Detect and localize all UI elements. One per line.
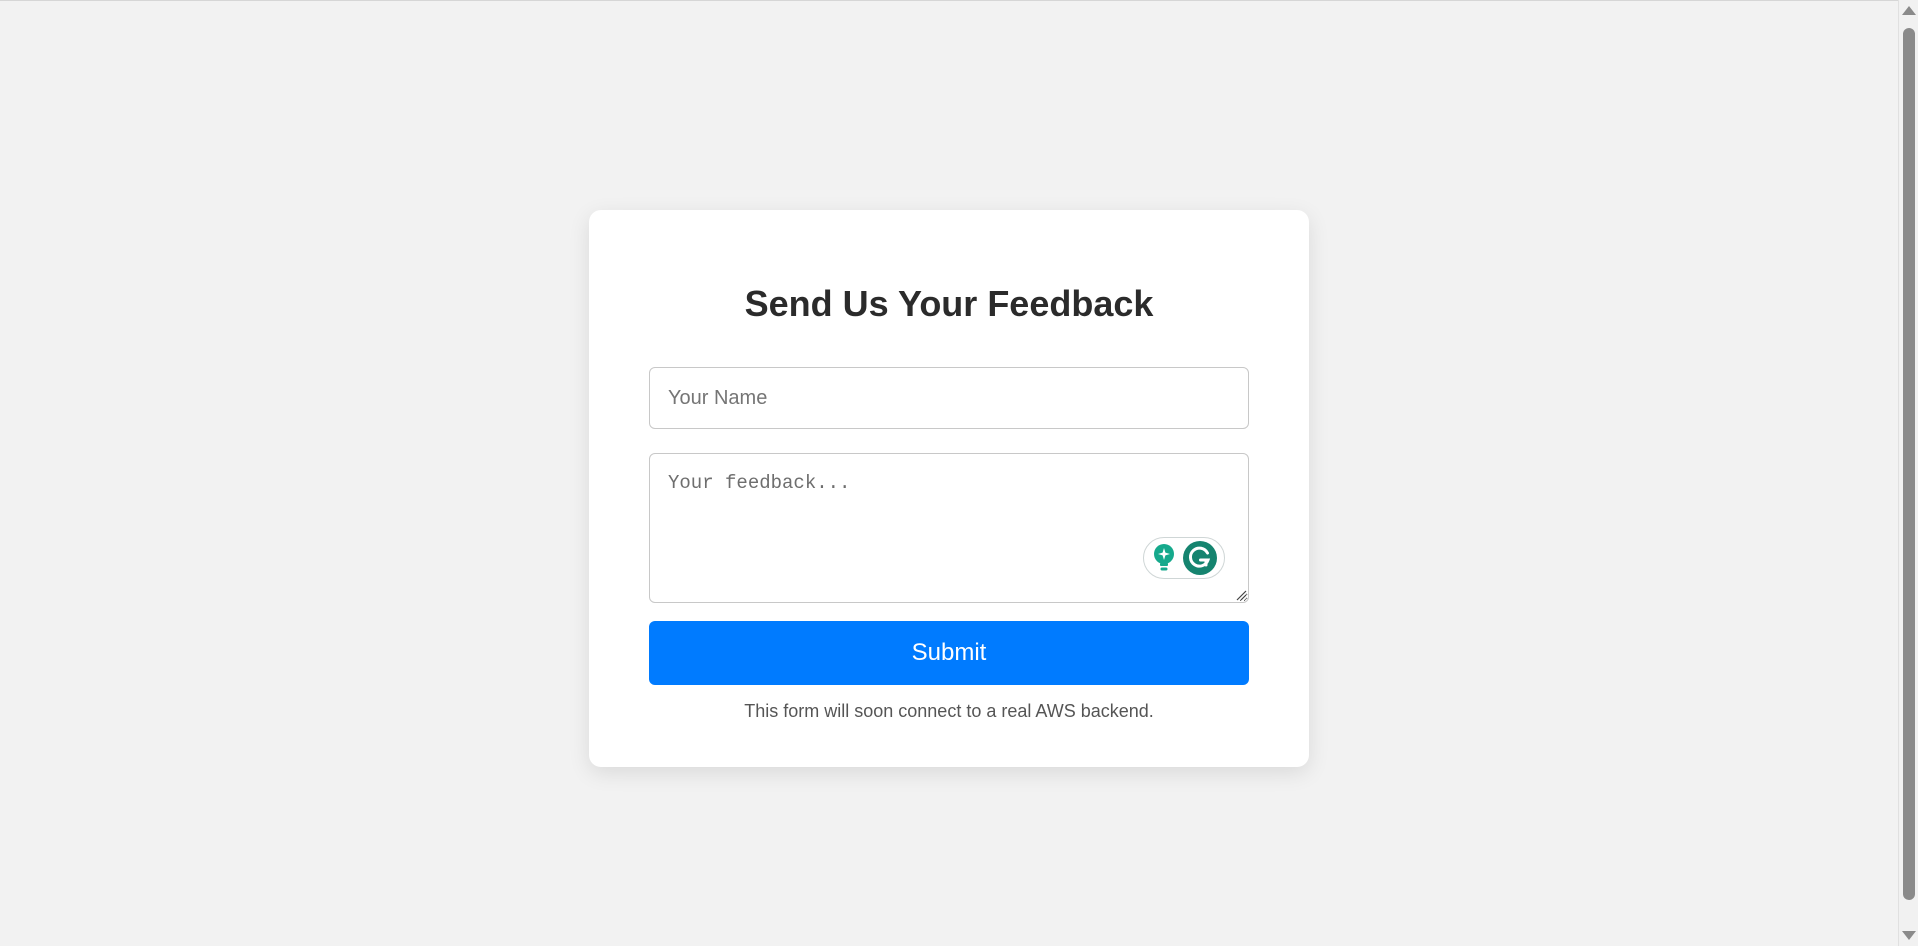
page-viewport: Send Us Your Feedback Your Name Your fee… bbox=[0, 0, 1898, 946]
feedback-textarea[interactable] bbox=[649, 453, 1249, 603]
top-border bbox=[0, 0, 1898, 1]
page-title: Send Us Your Feedback bbox=[744, 283, 1154, 324]
feedback-card: Send Us Your Feedback Your Name Your fee… bbox=[589, 210, 1309, 767]
scroll-up-arrow-icon[interactable] bbox=[1902, 6, 1916, 15]
grammarly-g-icon[interactable] bbox=[1182, 540, 1218, 576]
submit-button[interactable]: Submit bbox=[649, 621, 1249, 685]
vertical-scrollbar[interactable] bbox=[1898, 0, 1918, 946]
name-input[interactable] bbox=[649, 367, 1249, 429]
lightbulb-icon[interactable] bbox=[1151, 543, 1177, 573]
grammarly-widget[interactable] bbox=[1143, 537, 1225, 579]
scrollbar-thumb[interactable] bbox=[1903, 28, 1915, 900]
scroll-down-arrow-icon[interactable] bbox=[1902, 931, 1916, 940]
feedback-field-wrapper bbox=[649, 453, 1249, 603]
resize-handle-icon[interactable] bbox=[1235, 589, 1247, 601]
backend-note: This form will soon connect to a real AW… bbox=[744, 701, 1154, 721]
